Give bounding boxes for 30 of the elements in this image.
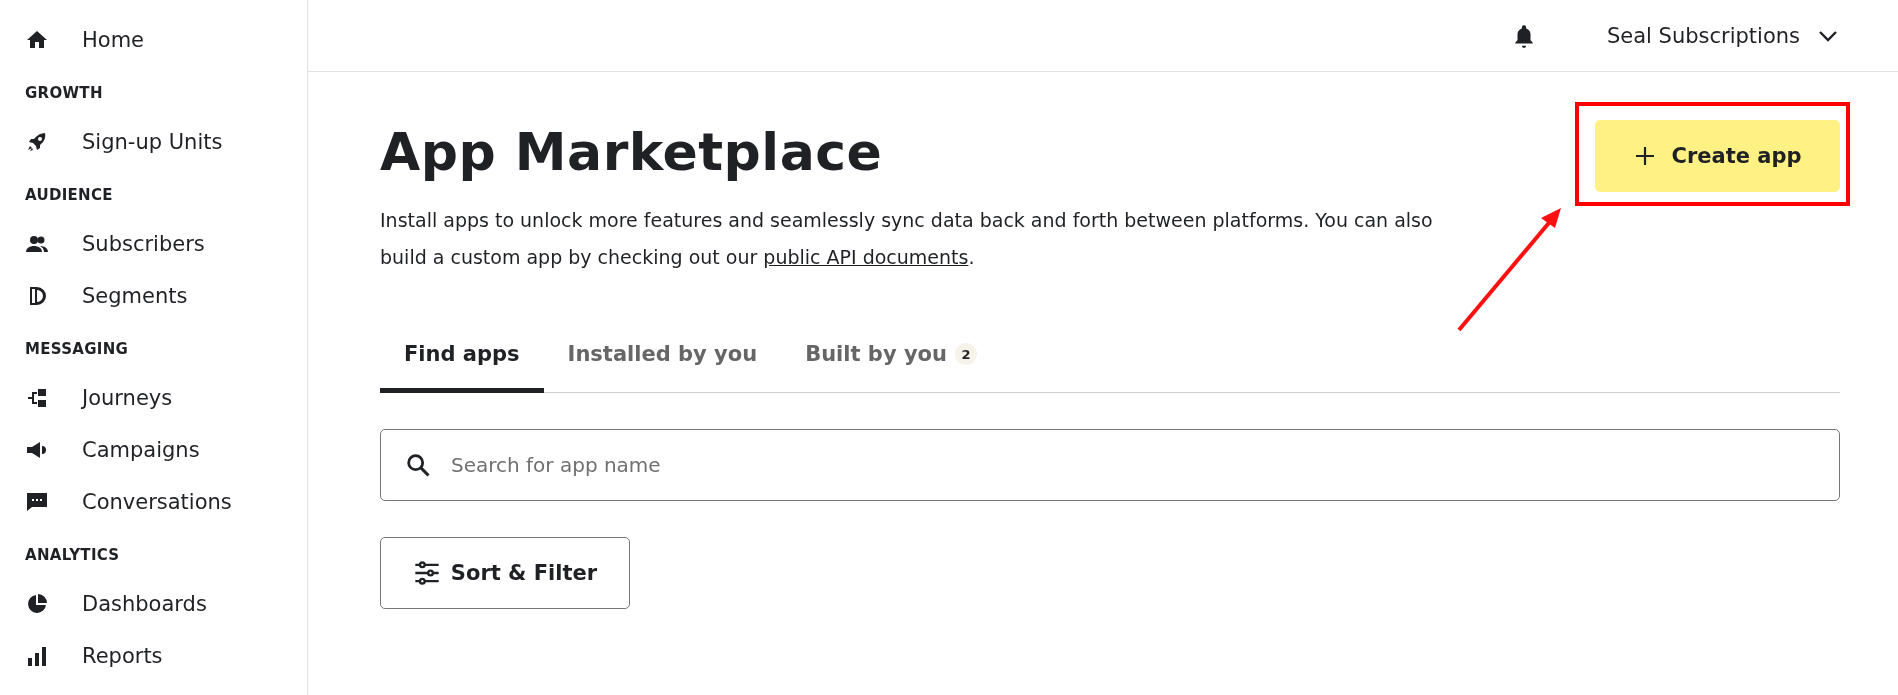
sidebar-item[interactable]: Home — [25, 14, 307, 66]
account-menu[interactable]: Seal Subscriptions — [1606, 23, 1840, 48]
section-heading: MESSAGING — [25, 340, 130, 360]
search-field[interactable]: Search for app name — [380, 429, 1840, 501]
flow-icon — [25, 386, 49, 410]
api-docs-link[interactable]: public API documents — [763, 246, 969, 268]
sort-filter-button[interactable]: Sort & Filter — [380, 537, 630, 609]
create-app-button[interactable]: Create app — [1595, 120, 1840, 192]
bar-chart-icon — [25, 644, 49, 668]
tab[interactable]: Built by you 2 — [781, 328, 1001, 393]
sidebar-item[interactable]: Reports — [25, 630, 307, 682]
tab[interactable]: Find apps — [380, 328, 544, 393]
sidebar-item[interactable]: Segments — [25, 270, 307, 322]
section-heading: GROWTH — [25, 84, 104, 104]
count-badge: 2 — [954, 343, 977, 365]
sidebar-item[interactable]: Campaigns — [25, 424, 307, 476]
sidebar-item[interactable]: Conversations — [25, 476, 307, 528]
tab[interactable]: Installed by you — [543, 328, 782, 393]
sidebar-item[interactable]: Dashboards — [25, 578, 307, 630]
sliders-icon — [412, 559, 441, 587]
search-icon — [404, 451, 432, 479]
section-heading: AUDIENCE — [25, 186, 114, 206]
sidebar-item[interactable]: Sign-up Units — [25, 116, 307, 168]
sidebar-item[interactable]: Journeys — [25, 372, 307, 424]
description-text: Install apps to unlock more features and seamlessly sync data back and forth between platforms. You can also build a custom app by checking out our public API documents. — [380, 208, 1434, 270]
sidebar-item[interactable]: Subscribers — [25, 218, 307, 270]
section-heading: ANALYTICS — [25, 546, 121, 566]
chat-icon — [25, 490, 49, 514]
page-title: App Marketplace — [380, 122, 884, 182]
pie-chart-icon — [25, 592, 49, 616]
